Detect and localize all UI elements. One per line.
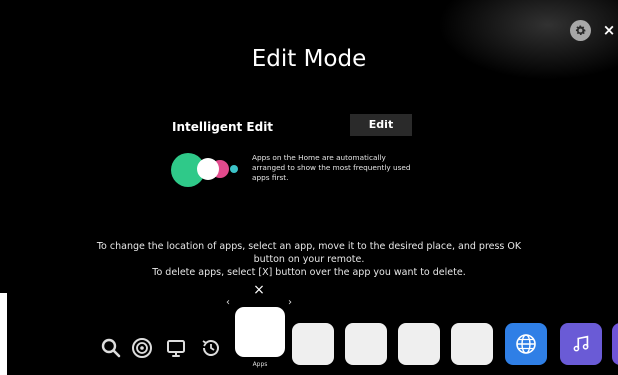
app-tile[interactable] [451,323,493,365]
tv-screen: × Edit Mode Intelligent Edit Edit Apps o… [0,0,618,375]
instruction-line: button on your remote. [253,254,365,265]
instructions: To change the location of apps, select a… [0,240,618,279]
sports-icon[interactable] [130,336,154,360]
close-button[interactable]: × [601,22,617,38]
globe-icon [516,334,536,354]
move-right-arrow[interactable]: › [288,297,292,308]
music-note-icon [573,335,589,352]
move-left-arrow[interactable]: ‹ [226,297,230,308]
instruction-line: To delete apps, select [X] button over t… [152,267,466,278]
ie-white-circle [197,158,219,180]
ie-teal-circle [230,165,238,173]
page-title: Edit Mode [251,46,367,72]
settings-button[interactable] [570,20,591,41]
intelligent-edit-description: Apps on the Home are automatically arran… [252,153,411,182]
instruction-line: To change the location of apps, select a… [96,241,522,252]
app-tile[interactable] [292,323,334,365]
intelligent-edit-label: Intelligent Edit [172,120,274,134]
search-icon[interactable] [99,336,123,360]
music-app-tile[interactable] [560,323,602,365]
frame-edge [0,293,7,375]
edit-button[interactable]: Edit [350,114,412,136]
web-browser-app-tile[interactable] [505,323,547,365]
app-tile[interactable] [345,323,387,365]
intelligent-edit-illustration [171,153,238,187]
gear-icon [575,25,586,36]
history-icon[interactable] [199,336,223,360]
selected-app-tile[interactable] [235,307,285,357]
app-tile-partial[interactable] [612,323,618,365]
delete-app-button[interactable]: × [251,283,267,297]
tv-icon[interactable] [164,336,188,360]
app-tile[interactable] [398,323,440,365]
selected-app-label: Apps [252,361,268,368]
